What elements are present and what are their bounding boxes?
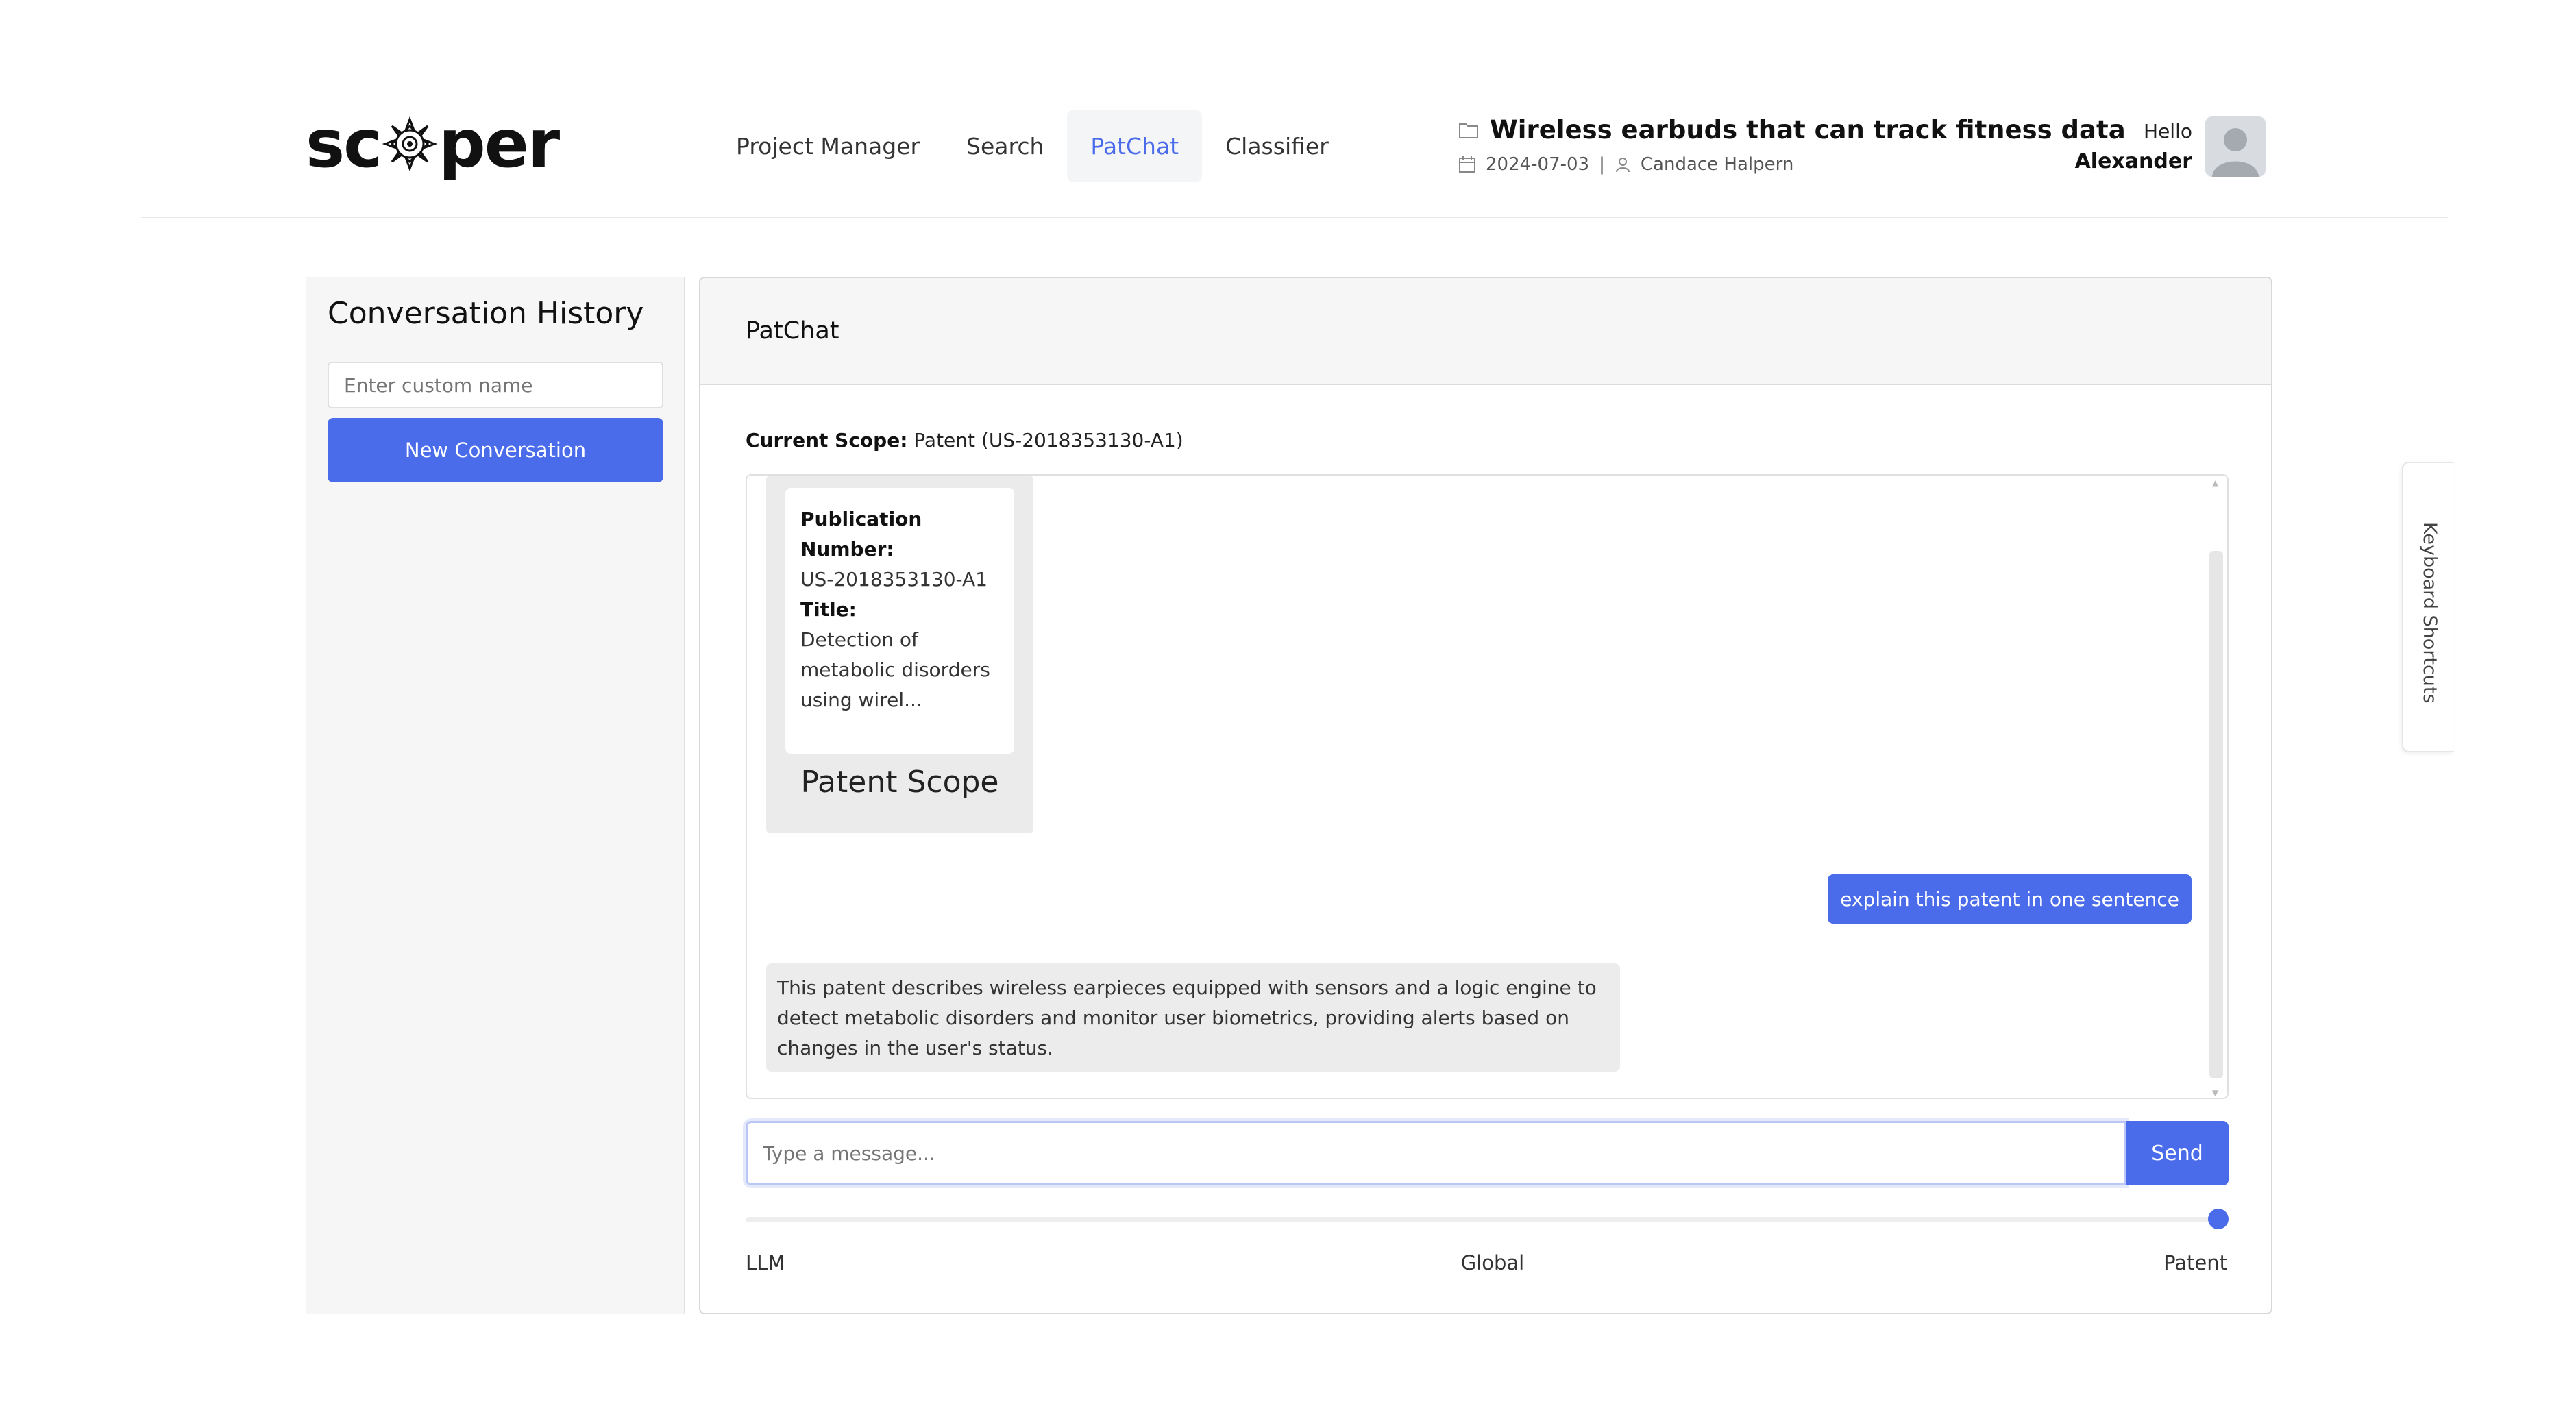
slider-label-global: Global <box>1460 1251 1525 1274</box>
scroll-up-arrow-icon[interactable]: ▲ <box>2212 478 2220 488</box>
current-scope-value: Patent (US-2018353130-A1) <box>913 429 1183 452</box>
greeting-text: Hello <box>2144 120 2192 143</box>
patent-title-value: Detection of metabolic disorders using w… <box>800 628 990 711</box>
project-owner: Candace Halpern <box>1640 154 1794 175</box>
nav-patchat[interactable]: PatChat <box>1067 110 1203 182</box>
message-input[interactable] <box>746 1121 2126 1185</box>
calendar-icon <box>1459 156 1475 173</box>
app-root: sc per Project Manager Search PatChat Cl… <box>0 0 2576 1406</box>
slider-label-llm: LLM <box>746 1251 785 1274</box>
conversation-name-input[interactable] <box>328 362 663 408</box>
avatar[interactable] <box>2205 116 2266 177</box>
nav-classifier[interactable]: Classifier <box>1202 110 1352 182</box>
publication-number-value: US-2018353130-A1 <box>800 568 988 591</box>
user-name: Alexander <box>2074 149 2192 173</box>
current-scope: Current Scope: Patent (US-2018353130-A1) <box>746 429 1183 452</box>
publication-number-label: Publication Number: <box>800 508 922 560</box>
slider-label-patent: Patent <box>2163 1251 2227 1274</box>
scroll-down-arrow-icon[interactable]: ▼ <box>2212 1088 2220 1098</box>
nav-search[interactable]: Search <box>943 110 1067 182</box>
new-conversation-button[interactable]: New Conversation <box>328 418 663 482</box>
panel-title: PatChat <box>746 317 839 345</box>
project-date: 2024-07-03 <box>1486 154 1590 175</box>
patchat-panel: PatChat Current Scope: Patent (US-201835… <box>699 277 2272 1314</box>
sidebar-title: Conversation History <box>328 296 644 331</box>
scoper-logo[interactable]: sc per <box>306 106 560 182</box>
scope-slider-track[interactable] <box>746 1217 2229 1222</box>
user-message: explain this patent in one sentence <box>1828 874 2192 924</box>
patent-scope-details: Publication Number: US-2018353130-A1 Tit… <box>785 488 1014 754</box>
scope-slider-thumb[interactable] <box>2208 1209 2229 1229</box>
user-greeting: Hello Alexander <box>2075 116 2192 177</box>
logo-text-left: sc <box>306 106 382 182</box>
keyboard-shortcuts-label: Keyboard Shortcuts <box>2419 522 2440 704</box>
patent-scope-card[interactable]: Publication Number: US-2018353130-A1 Tit… <box>766 476 1033 833</box>
logo-text-right: per <box>439 106 560 182</box>
conversation-sidebar: Conversation History New Conversation <box>306 277 685 1314</box>
patent-title-label: Title: <box>800 598 857 621</box>
project-title[interactable]: Wireless earbuds that can track fitness … <box>1490 115 2126 145</box>
patent-scope-caption: Patent Scope <box>800 765 999 800</box>
user-icon <box>1615 158 1630 173</box>
chat-messages[interactable]: ▲ ▼ Publication Number: US-2018353130-A1… <box>746 474 2229 1099</box>
project-info: Wireless earbuds that can track fitness … <box>1458 115 2126 175</box>
folder-icon <box>1459 123 1478 138</box>
mandala-logo-icon <box>382 116 438 171</box>
nav-project-manager[interactable]: Project Manager <box>713 110 943 182</box>
panel-header: PatChat <box>700 278 2271 385</box>
avatar-placeholder-icon <box>2205 116 2266 177</box>
main-nav: Project Manager Search PatChat Classifie… <box>713 110 1352 182</box>
keyboard-shortcuts-tab[interactable]: Keyboard Shortcuts <box>2402 462 2454 752</box>
assistant-message: This patent describes wireless earpieces… <box>766 963 1620 1072</box>
current-scope-label: Current Scope: <box>746 429 908 452</box>
send-button[interactable]: Send <box>2126 1121 2229 1185</box>
header-divider <box>141 217 2448 218</box>
meta-separator: | <box>1599 154 1605 175</box>
chat-scrollbar[interactable] <box>2209 551 2223 1078</box>
